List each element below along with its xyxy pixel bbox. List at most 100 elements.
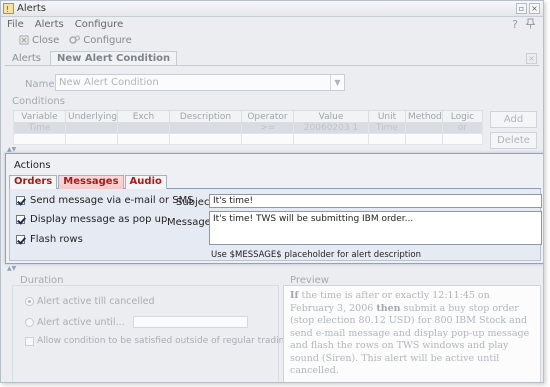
add-button[interactable]: Add: [490, 111, 537, 128]
table-cell[interactable]: [442, 133, 483, 145]
tab-alerts[interactable]: Alerts: [5, 51, 48, 65]
column-header[interactable]: Exch: [117, 110, 170, 123]
until-date-input[interactable]: [132, 316, 248, 328]
splitter-arrows-icon[interactable]: ▲▼: [7, 265, 16, 272]
table-cell[interactable]: [241, 133, 294, 145]
table-cell[interactable]: [293, 133, 369, 145]
window-controls: ▫ ×: [516, 3, 540, 14]
send-email-checkbox-row[interactable]: Send message via e-mail or SMS: [16, 195, 194, 206]
name-label: Name: [25, 79, 55, 90]
window-title: Alerts: [17, 3, 47, 14]
column-header[interactable]: Method: [405, 110, 443, 123]
outside-hours-checkbox[interactable]: [25, 336, 34, 346]
table-cell[interactable]: 20060203 1: [293, 122, 369, 134]
radio-active-until[interactable]: Alert active until...: [25, 316, 248, 328]
delete-button[interactable]: Delete: [490, 132, 537, 149]
table-cell[interactable]: [13, 133, 66, 145]
tab-new-alert-condition[interactable]: New Alert Condition: [50, 51, 178, 65]
table-cell[interactable]: [65, 122, 118, 134]
conditions-label: Conditions: [12, 96, 65, 107]
gears-icon: [69, 35, 81, 44]
table-cell[interactable]: [169, 133, 242, 145]
popup-checkbox-row[interactable]: Display message as pop up: [16, 214, 167, 225]
tab-orders[interactable]: Orders: [9, 175, 58, 189]
send-email-checkbox[interactable]: [16, 196, 25, 205]
table-cell[interactable]: [117, 122, 170, 134]
popup-checkbox[interactable]: [16, 215, 25, 224]
help-icon[interactable]: ?: [512, 18, 518, 32]
popup-label: Display message as pop up: [30, 214, 168, 225]
svg-text:!: !: [6, 5, 9, 14]
outside-hours-row[interactable]: Allow condition to be satisfied outside …: [25, 336, 318, 346]
close-tool-button[interactable]: Close: [19, 35, 59, 46]
table-cell[interactable]: [169, 122, 242, 134]
column-header[interactable]: Value: [293, 110, 369, 123]
menu-alerts[interactable]: Alerts: [35, 19, 64, 30]
preview-then: then: [376, 302, 401, 314]
close-window-button[interactable]: ×: [529, 3, 540, 14]
table-cell[interactable]: [117, 133, 170, 145]
column-header[interactable]: Variable: [13, 110, 66, 123]
main-tabs: Alerts New Alert Condition ×: [5, 51, 539, 66]
table-cell[interactable]: [405, 133, 443, 145]
splitter-arrows-icon[interactable]: ▲▼: [7, 146, 16, 153]
table-cell[interactable]: Time: [13, 122, 66, 134]
till-cancelled-label: Alert active till cancelled: [37, 296, 155, 307]
pin-icon[interactable]: [525, 18, 536, 32]
column-header[interactable]: Underlying: [65, 110, 118, 123]
flash-rows-checkbox[interactable]: [16, 235, 25, 244]
actions-tabs: Orders Messages Audio: [9, 175, 541, 189]
configure-tool-button[interactable]: Configure: [69, 34, 132, 46]
radio-button[interactable]: [25, 317, 34, 327]
actions-title: Actions: [14, 160, 51, 171]
menu-bar: File Alerts Configure ?: [1, 17, 543, 32]
messages-panel: Send message via e-mail or SMS Display m…: [9, 189, 542, 261]
duration-group: Alert active till cancelled Alert active…: [12, 285, 318, 382]
placeholder-hint: Use $MESSAGE$ placeholder for alert desc…: [211, 250, 421, 260]
table-row[interactable]: Time >= 20060203 1 Time or: [13, 122, 483, 134]
flash-rows-checkbox-row[interactable]: Flash rows: [16, 234, 83, 245]
column-header[interactable]: Description: [169, 110, 242, 123]
radio-button[interactable]: [25, 297, 34, 306]
name-value: New Alert Condition: [59, 77, 159, 88]
preview-text: If the time is after or exactly 12:11:45…: [283, 285, 541, 382]
close-tool-label: Close: [32, 34, 60, 46]
flash-rows-label: Flash rows: [30, 234, 83, 245]
message-label: Message: [167, 217, 211, 228]
chevron-down-icon[interactable]: ▼: [330, 75, 344, 90]
radio-till-cancelled[interactable]: Alert active till cancelled: [25, 296, 154, 307]
name-combobox[interactable]: New Alert Condition ▼: [55, 74, 345, 91]
preview-if: If: [290, 290, 299, 301]
tab-audio[interactable]: Audio: [124, 175, 167, 189]
table-cell[interactable]: [65, 133, 118, 145]
tab-messages[interactable]: Messages: [58, 175, 124, 189]
table-cell[interactable]: >=: [241, 122, 294, 134]
close-doc-icon: [19, 35, 29, 45]
title-bar: ! Alerts ▫ ×: [1, 1, 543, 17]
configure-tool-label: Configure: [83, 34, 132, 46]
toolbar: Close Configure: [1, 32, 543, 48]
active-until-label: Alert active until...: [37, 316, 125, 328]
app-icon: !: [3, 3, 14, 14]
actions-panel: Actions Orders Messages Audio Send messa…: [5, 153, 543, 264]
table-row[interactable]: [13, 133, 483, 145]
menu-file[interactable]: File: [7, 19, 24, 30]
send-email-label: Send message via e-mail or SMS: [30, 195, 194, 206]
table-cell[interactable]: or: [442, 122, 483, 134]
conditions-table: Variable Underlying Exch Description Ope…: [13, 110, 483, 145]
table-cell[interactable]: [405, 122, 443, 134]
message-textarea[interactable]: It's time! TWS will be submitting IBM or…: [209, 211, 542, 245]
table-cell[interactable]: [368, 133, 406, 145]
subject-input[interactable]: It's time!: [209, 194, 542, 208]
alerts-window: ! Alerts ▫ × File Alerts Configure ? Clo…: [0, 0, 544, 383]
outside-hours-label: Allow condition to be satisfied outside …: [37, 336, 319, 346]
maximize-button[interactable]: ▫: [516, 3, 527, 14]
close-tab-icon[interactable]: ×: [526, 53, 537, 64]
menu-configure[interactable]: Configure: [75, 19, 123, 30]
table-header: Variable Underlying Exch Description Ope…: [13, 110, 483, 123]
subject-label: Subject: [176, 197, 214, 208]
column-header[interactable]: Logic: [442, 110, 483, 123]
table-cell[interactable]: Time: [368, 122, 406, 134]
column-header[interactable]: Unit: [368, 110, 406, 123]
column-header[interactable]: Operator: [241, 110, 294, 123]
